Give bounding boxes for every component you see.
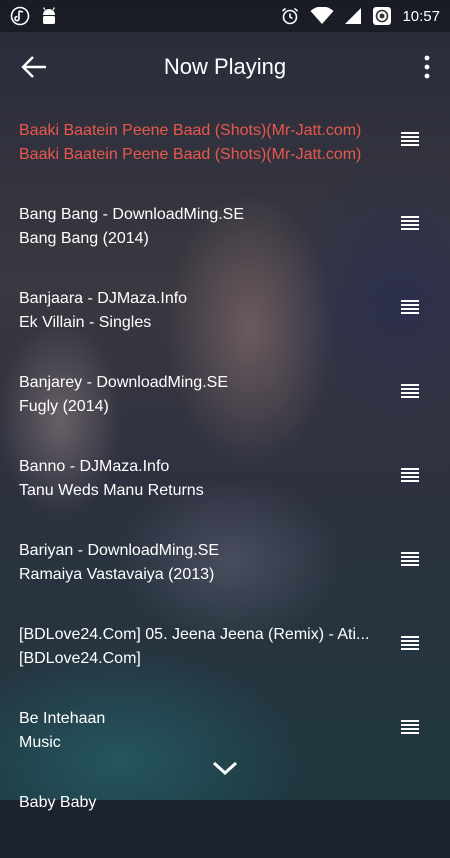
track-title: Bang Bang - DownloadMing.SE (19, 206, 245, 223)
track-subtitle: Bang Bang (2014) (19, 230, 149, 247)
drag-handle-icon[interactable] (401, 216, 419, 230)
track-title: Banno - DJMaza.Info (19, 458, 170, 475)
track-title: Be Intehaan (19, 710, 106, 727)
track-subtitle: Music (19, 734, 61, 751)
wifi-icon (310, 7, 334, 24)
track-subtitle: [BDLove24.Com] (19, 650, 141, 667)
track-item-0[interactable]: Baaki Baatein Peene Baad (Shots)(Mr-Jatt… (0, 102, 450, 186)
track-item-4[interactable]: Banno - DJMaza.Info Tanu Weds Manu Retur… (0, 438, 450, 522)
track-item-1[interactable]: Bang Bang - DownloadMing.SE Bang Bang (2… (0, 186, 450, 270)
drag-handle-icon[interactable] (401, 300, 419, 314)
track-item-8[interactable]: Baby Baby (0, 774, 450, 858)
android-icon (42, 7, 56, 24)
alarm-icon (282, 7, 299, 25)
app-bar: Now Playing (0, 32, 450, 102)
chevron-down-icon[interactable] (212, 760, 238, 776)
drag-handle-icon[interactable] (401, 720, 419, 734)
track-subtitle: Tanu Weds Manu Returns (19, 482, 204, 499)
drag-handle-icon[interactable] (401, 468, 419, 482)
more-vertical-icon[interactable] (422, 54, 432, 80)
drag-handle-icon[interactable] (401, 132, 419, 146)
track-title: Baaki Baatein Peene Baad (Shots)(Mr-Jatt… (19, 122, 362, 139)
drag-handle-icon[interactable] (401, 552, 419, 566)
status-bar: 10:57 (0, 0, 450, 32)
track-subtitle: Fugly (2014) (19, 398, 109, 415)
track-item-2[interactable]: Banjaara - DJMaza.Info Ek Villain - Sing… (0, 270, 450, 354)
track-subtitle: Ek Villain - Singles (19, 314, 152, 331)
drag-handle-icon[interactable] (401, 384, 419, 398)
music-note-icon (10, 6, 30, 26)
signal-icon (345, 8, 362, 24)
page-title: Now Playing (163, 54, 287, 79)
clock-time: 10:57 (402, 7, 440, 25)
drag-handle-icon[interactable] (401, 636, 419, 650)
track-subtitle: Baaki Baatein Peene Baad (Shots)(Mr-Jatt… (19, 146, 362, 163)
track-title: Banjaara - DJMaza.Info (19, 290, 188, 307)
track-subtitle: Ramaiya Vastavaiya (2013) (19, 566, 215, 583)
track-title: [BDLove24.Com] 05. Jeena Jeena (Remix) -… (19, 626, 370, 643)
track-item-6[interactable]: [BDLove24.Com] 05. Jeena Jeena (Remix) -… (0, 606, 450, 690)
track-title: Baby Baby (19, 794, 97, 811)
track-title: Banjarey - DownloadMing.SE (19, 374, 228, 391)
track-item-5[interactable]: Bariyan - DownloadMing.SE Ramaiya Vastav… (0, 522, 450, 606)
track-title: Bariyan - DownloadMing.SE (19, 542, 220, 559)
record-icon (373, 7, 392, 25)
now-playing-list: Baaki Baatein Peene Baad (Shots)(Mr-Jatt… (0, 102, 450, 858)
track-item-3[interactable]: Banjarey - DownloadMing.SE Fugly (2014) (0, 354, 450, 438)
